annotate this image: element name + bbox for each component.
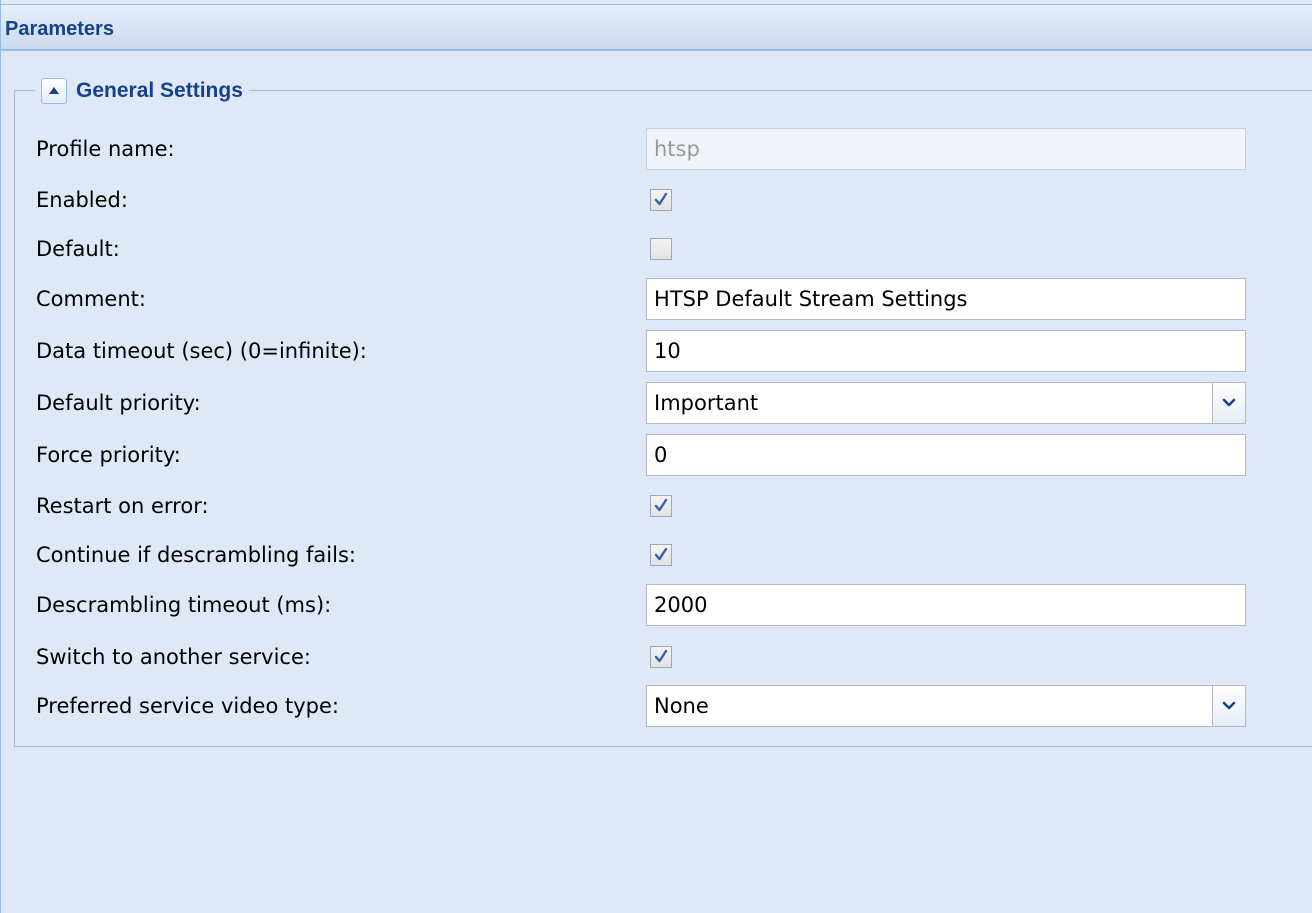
default-checkbox[interactable] bbox=[650, 238, 672, 260]
default-priority-value: Important bbox=[654, 391, 759, 415]
checkmark-icon bbox=[654, 649, 668, 663]
preferred-video-type-value: None bbox=[654, 694, 709, 718]
default-label: Default: bbox=[36, 237, 120, 261]
fieldset-legend: General Settings bbox=[35, 76, 249, 106]
restart-on-error-label: Restart on error: bbox=[36, 494, 209, 518]
default-priority-trigger[interactable] bbox=[1212, 383, 1245, 423]
row-force-priority: Force priority: 0 bbox=[36, 434, 1246, 476]
profile-name-input[interactable]: htsp bbox=[646, 128, 1246, 170]
row-continue-descrambling: Continue if descrambling fails: bbox=[36, 535, 1246, 575]
row-descrambling-timeout: Descrambling timeout (ms): 2000 bbox=[36, 584, 1246, 626]
force-priority-input[interactable]: 0 bbox=[646, 434, 1246, 476]
data-timeout-input[interactable]: 10 bbox=[646, 330, 1246, 372]
row-data-timeout: Data timeout (sec) (0=infinite): 10 bbox=[36, 330, 1246, 372]
force-priority-label: Force priority: bbox=[36, 443, 181, 467]
parameters-panel: Parameters General Settings Profile name… bbox=[0, 0, 1312, 913]
data-timeout-label: Data timeout (sec) (0=infinite): bbox=[36, 339, 367, 363]
enabled-checkbox[interactable] bbox=[650, 189, 672, 211]
comment-label: Comment: bbox=[36, 287, 146, 311]
row-default: Default: bbox=[36, 229, 1246, 269]
default-priority-label: Default priority: bbox=[36, 391, 201, 415]
descrambling-timeout-input[interactable]: 2000 bbox=[646, 584, 1246, 626]
chevron-down-icon bbox=[1222, 398, 1236, 407]
switch-service-label: Switch to another service: bbox=[36, 645, 311, 669]
row-enabled: Enabled: bbox=[36, 180, 1246, 220]
row-default-priority: Default priority: Important bbox=[36, 382, 1246, 424]
descrambling-timeout-label: Descrambling timeout (ms): bbox=[36, 593, 332, 617]
panel-header: Parameters bbox=[1, 4, 1312, 51]
restart-on-error-checkbox[interactable] bbox=[650, 495, 672, 517]
preferred-video-type-combo[interactable]: None bbox=[646, 685, 1246, 727]
switch-service-checkbox[interactable] bbox=[650, 646, 672, 668]
row-comment: Comment: HTSP Default Stream Settings bbox=[36, 278, 1246, 320]
enabled-label: Enabled: bbox=[36, 188, 128, 212]
checkmark-icon bbox=[654, 547, 668, 561]
checkmark-icon bbox=[654, 192, 668, 206]
chevron-down-icon bbox=[1222, 701, 1236, 710]
profile-name-label: Profile name: bbox=[36, 137, 175, 161]
checkmark-icon bbox=[654, 498, 668, 512]
row-profile-name: Profile name: htsp bbox=[36, 128, 1246, 170]
preferred-video-type-trigger[interactable] bbox=[1212, 686, 1245, 726]
row-switch-service: Switch to another service: bbox=[36, 637, 1246, 677]
continue-descrambling-label: Continue if descrambling fails: bbox=[36, 543, 356, 567]
panel-title: Parameters bbox=[5, 18, 114, 40]
row-preferred-video-type: Preferred service video type: None bbox=[36, 685, 1246, 727]
fieldset-title: General Settings bbox=[76, 79, 243, 102]
default-priority-combo[interactable]: Important bbox=[646, 382, 1246, 424]
comment-input[interactable]: HTSP Default Stream Settings bbox=[646, 278, 1246, 320]
row-restart-on-error: Restart on error: bbox=[36, 486, 1246, 526]
triangle-up-icon bbox=[49, 87, 59, 94]
preferred-video-type-label: Preferred service video type: bbox=[36, 694, 339, 718]
collapse-button[interactable] bbox=[41, 78, 67, 104]
continue-descrambling-checkbox[interactable] bbox=[650, 544, 672, 566]
